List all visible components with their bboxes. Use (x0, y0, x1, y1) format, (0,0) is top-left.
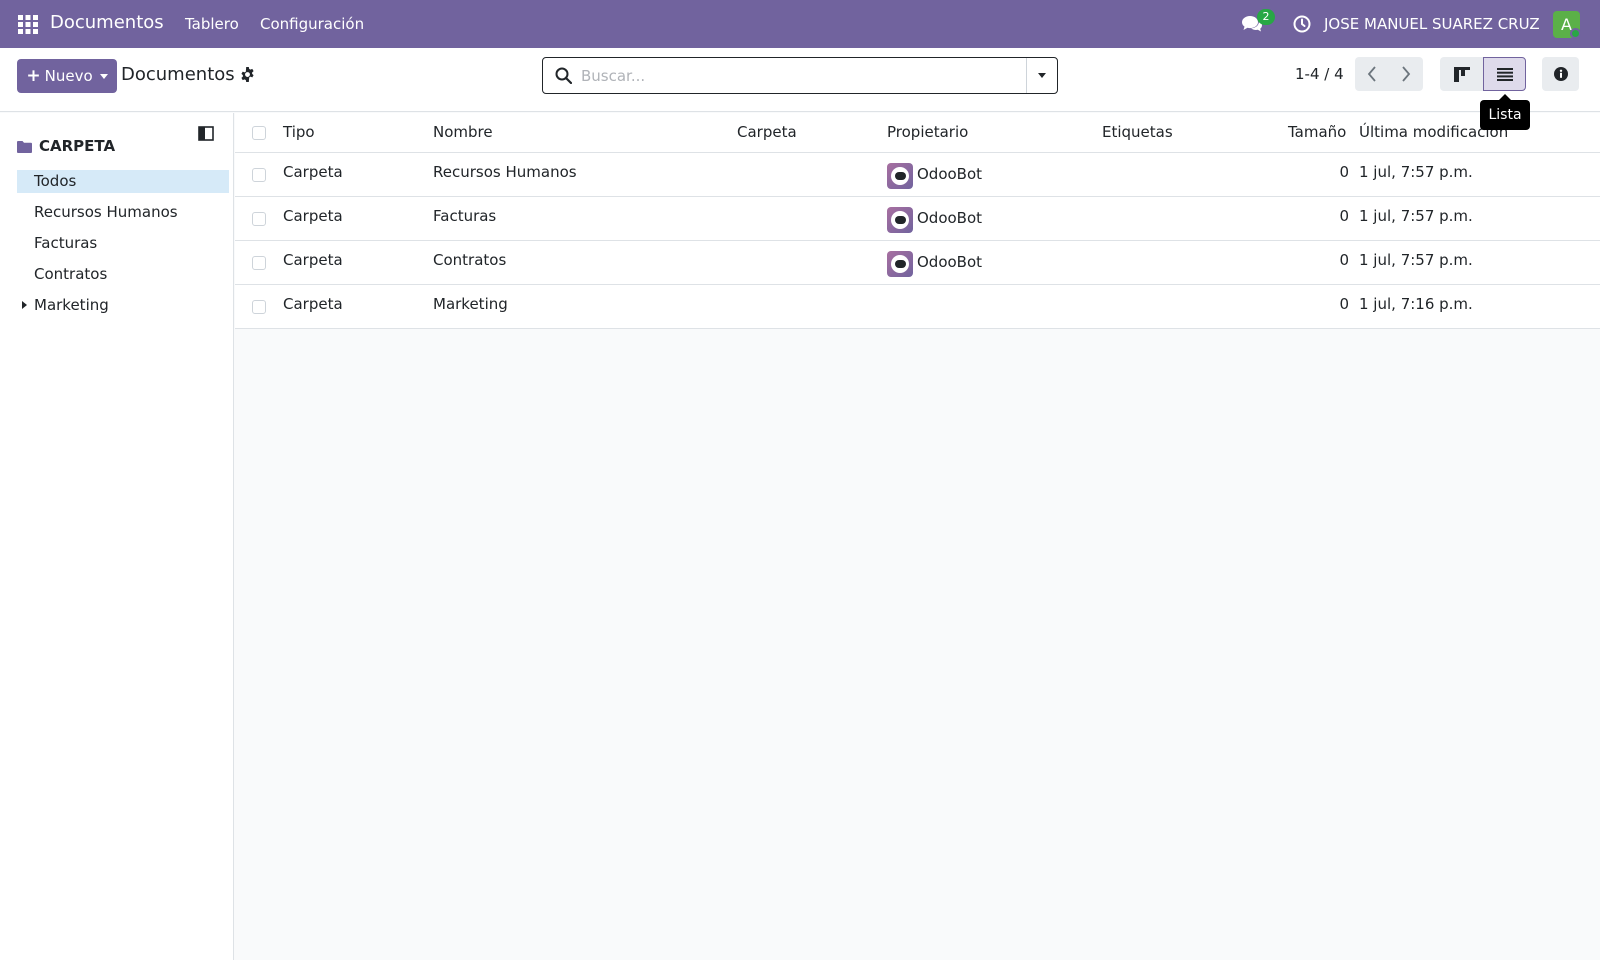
collapse-sidebar-icon[interactable] (198, 126, 214, 141)
cell-tamano: 0 (1339, 295, 1349, 313)
cell-tamano: 0 (1339, 163, 1349, 181)
select-all-checkbox[interactable] (252, 126, 266, 140)
table-row[interactable]: Carpeta Facturas OdooBot 0 1 jul, 7:57 p… (235, 197, 1600, 241)
column-header-propietario[interactable]: Propietario (887, 123, 968, 141)
sidebar-item-contratos[interactable]: Contratos (17, 263, 229, 286)
column-header-tamano[interactable]: Tamaño (1288, 123, 1346, 141)
table-row[interactable]: Carpeta Recursos Humanos OdooBot 0 1 jul… (235, 153, 1600, 197)
cell-nombre: Recursos Humanos (433, 163, 577, 181)
info-icon (1553, 67, 1568, 81)
column-header-carpeta[interactable]: Carpeta (737, 123, 797, 141)
chevron-right-icon (1402, 66, 1411, 82)
column-header-tipo[interactable]: Tipo (283, 123, 315, 141)
view-tooltip: Lista (1480, 94, 1530, 130)
search-bar (542, 57, 1058, 94)
pager-next-button[interactable] (1389, 57, 1423, 91)
sidebar-item-marketing[interactable]: Marketing (17, 294, 229, 317)
search-options-toggle[interactable] (1026, 58, 1057, 93)
plus-icon: + (26, 66, 41, 86)
sidebar-item-recursos-humanos[interactable]: Recursos Humanos (17, 201, 229, 224)
cell-nombre: Facturas (433, 207, 497, 225)
row-checkbox[interactable] (252, 256, 266, 270)
documents-list: Tipo Nombre Carpeta Propietario Etiqueta… (235, 113, 1600, 960)
list-view-button[interactable] (1483, 57, 1526, 91)
table-header: Tipo Nombre Carpeta Propietario Etiqueta… (235, 113, 1600, 153)
sidebar-item-label: Marketing (34, 296, 109, 314)
cell-nombre: Marketing (433, 295, 508, 313)
gear-icon[interactable] (240, 67, 255, 82)
new-button[interactable]: + Nuevo (17, 59, 117, 93)
cell-propietario: OdooBot (917, 165, 983, 183)
online-status-dot (1570, 28, 1581, 39)
cell-propietario: OdooBot (917, 253, 983, 271)
odoobot-avatar-icon (887, 163, 913, 189)
cell-modificacion: 1 jul, 7:57 p.m. (1359, 163, 1473, 181)
caret-right-icon[interactable] (22, 301, 27, 309)
cell-modificacion: 1 jul, 7:16 p.m. (1359, 295, 1473, 313)
row-checkbox[interactable] (252, 212, 266, 226)
top-navbar: Documentos Tablero Configuración 2 JOSE … (0, 0, 1600, 48)
cell-nombre: Contratos (433, 251, 507, 269)
column-header-etiquetas[interactable]: Etiquetas (1102, 123, 1173, 141)
table-row[interactable]: Carpeta Contratos OdooBot 0 1 jul, 7:57 … (235, 241, 1600, 285)
sidebar-item-label: Contratos (34, 265, 108, 283)
apps-grid-icon[interactable] (18, 15, 38, 34)
cell-tamano: 0 (1339, 207, 1349, 225)
sidebar-item-facturas[interactable]: Facturas (17, 232, 229, 255)
pager-value[interactable]: 1-4 / 4 (1295, 65, 1344, 83)
chevron-left-icon (1367, 66, 1376, 82)
breadcrumb: Documentos (121, 64, 235, 85)
sidebar-item-label: Facturas (34, 234, 98, 252)
cell-tipo: Carpeta (283, 163, 343, 181)
cell-propietario: OdooBot (917, 209, 983, 227)
search-input[interactable] (581, 60, 1001, 91)
table-row[interactable]: Carpeta Marketing 0 1 jul, 7:16 p.m. (235, 285, 1600, 329)
kanban-view-button[interactable] (1440, 57, 1483, 91)
row-checkbox[interactable] (252, 300, 266, 314)
folder-sidebar: CARPETA Todos Recursos Humanos Facturas … (0, 113, 234, 960)
activity-clock-icon[interactable] (1293, 15, 1311, 33)
info-button[interactable] (1542, 57, 1579, 91)
cell-modificacion: 1 jul, 7:57 p.m. (1359, 207, 1473, 225)
user-menu[interactable]: JOSE MANUEL SUAREZ CRUZ (1324, 15, 1540, 33)
cell-modificacion: 1 jul, 7:57 p.m. (1359, 251, 1473, 269)
sidebar-header: CARPETA (39, 137, 116, 155)
caret-down-icon (1038, 73, 1046, 78)
list-icon (1496, 67, 1513, 81)
odoobot-avatar-icon (887, 251, 913, 277)
search-icon (555, 67, 572, 84)
row-checkbox[interactable] (252, 168, 266, 182)
menu-tablero[interactable]: Tablero (185, 15, 239, 33)
cell-tipo: Carpeta (283, 207, 343, 225)
folder-icon (17, 141, 32, 153)
app-title[interactable]: Documentos (50, 12, 164, 33)
control-panel: + Nuevo Documentos 1-4 / 4 (0, 48, 1600, 112)
cell-tipo: Carpeta (283, 251, 343, 269)
sidebar-item-label: Todos (34, 172, 77, 190)
odoobot-avatar-icon (887, 207, 913, 233)
cell-tamano: 0 (1339, 251, 1349, 269)
cell-tipo: Carpeta (283, 295, 343, 313)
kanban-icon (1453, 66, 1470, 82)
caret-down-icon (99, 73, 108, 79)
chat-count-badge: 2 (1257, 9, 1275, 25)
column-header-nombre[interactable]: Nombre (433, 123, 493, 141)
menu-configuracion[interactable]: Configuración (260, 15, 364, 33)
sidebar-item-label: Recursos Humanos (34, 203, 178, 221)
sidebar-item-todos[interactable]: Todos (17, 170, 229, 193)
new-button-label: Nuevo (44, 67, 93, 85)
pager-previous-button[interactable] (1355, 57, 1389, 91)
